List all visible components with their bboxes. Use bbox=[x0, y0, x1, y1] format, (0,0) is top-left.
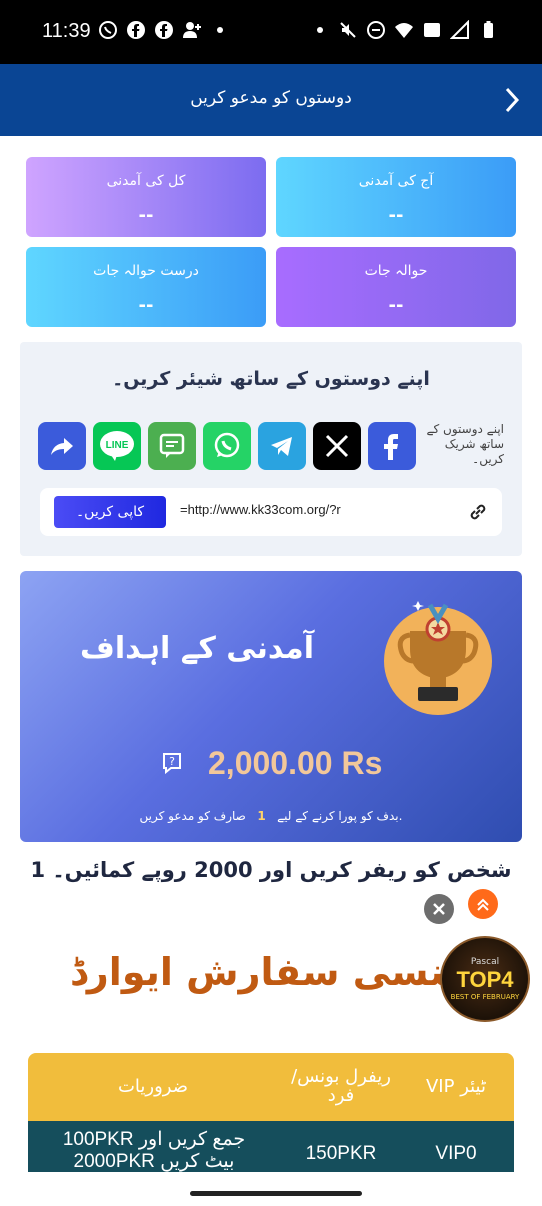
signal-icon bbox=[450, 20, 470, 40]
col-header-vip: VIP ٹیئر bbox=[425, 1076, 486, 1097]
share-icon[interactable] bbox=[38, 422, 86, 470]
cell-vip: VIP0 bbox=[435, 1143, 477, 1164]
home-gesture-handle[interactable] bbox=[190, 1191, 362, 1196]
valid-referrals-value: -- bbox=[138, 295, 154, 316]
app-header: دوستوں کو مدعو کریں bbox=[0, 64, 542, 136]
telegram-icon[interactable] bbox=[258, 422, 306, 470]
col-header-bonus: ریفرل بونس/ فرد bbox=[291, 1066, 391, 1106]
cell-bonus: 150PKR bbox=[305, 1143, 377, 1164]
goal-title: آمدنی کے اہداف bbox=[80, 631, 315, 666]
battery-icon bbox=[478, 20, 498, 40]
goal-note: بدف کو پورا کرنے کے لیے 1 صارف کو مدعو ک… bbox=[20, 809, 522, 823]
badge-brand: Pascal bbox=[470, 957, 500, 967]
x-icon[interactable] bbox=[313, 422, 361, 470]
notification-icons bbox=[98, 20, 230, 40]
mute-icon bbox=[338, 20, 358, 40]
col-header-requirements: ضروریات bbox=[117, 1076, 189, 1097]
share-title: اپنے دوستوں کے ساتھ شیئر کریں۔ bbox=[112, 368, 430, 390]
goal-amount: 2,000.00 Rs bbox=[208, 745, 383, 781]
goal-note-prefix: بدف کو پورا کرنے کے لیے bbox=[277, 809, 399, 823]
cell-requirements: 100PKR جمع کریں اور 2000PKR بیٹ کریں bbox=[62, 1129, 246, 1172]
double-chevron-up-icon bbox=[477, 898, 489, 911]
close-button[interactable] bbox=[424, 894, 454, 924]
referral-link: =http://www.kk33com.org/?r bbox=[180, 502, 341, 517]
nav-bar bbox=[0, 1172, 542, 1206]
share-apps: LINE bbox=[38, 422, 416, 470]
chevron-right-icon bbox=[505, 87, 520, 113]
badge-subtitle: BEST OF FEBRUARY bbox=[450, 993, 520, 1001]
valid-referrals-label: درست حوالہ جات bbox=[93, 263, 199, 279]
help-icon[interactable]: ? bbox=[160, 751, 184, 775]
facebook-notif-icon bbox=[126, 20, 146, 40]
total-income-card: کل کی آمدنی -- bbox=[26, 157, 266, 237]
referrals-label: حوالہ جات bbox=[364, 263, 428, 279]
status-time: 11:39 bbox=[42, 20, 91, 42]
promo-badge[interactable]: Pascal TOP4 BEST OF FEBRUARY bbox=[440, 936, 530, 1022]
page-title: دوستوں کو مدعو کریں bbox=[190, 88, 352, 108]
dot-icon bbox=[210, 20, 230, 40]
person-add-notif-icon bbox=[182, 20, 202, 40]
referral-link-box: کاپی کریں۔ =http://www.kk33com.org/?r bbox=[40, 488, 502, 536]
dnd-icon bbox=[366, 20, 386, 40]
referrals-value: -- bbox=[388, 295, 404, 316]
copy-button[interactable]: کاپی کریں۔ bbox=[54, 496, 166, 528]
whatsapp-icon[interactable] bbox=[203, 422, 251, 470]
close-icon bbox=[433, 903, 445, 915]
today-income-value: -- bbox=[388, 205, 404, 226]
valid-referrals-card: درست حوالہ جات -- bbox=[26, 247, 266, 327]
today-income-label: آج کی آمدنی bbox=[358, 173, 434, 189]
table-header: VIP ٹیئر ریفرل بونس/ فرد ضروریات bbox=[28, 1053, 514, 1121]
award-title: جنسی سفارش ایوارڈ bbox=[70, 950, 473, 994]
today-income-card: آج کی آمدنی -- bbox=[276, 157, 516, 237]
link-icon[interactable] bbox=[466, 500, 490, 524]
facebook-notif-icon-2 bbox=[154, 20, 174, 40]
refer-earn-text: 1 شخص کو ریفر کریں اور 2000 روپے کمائیں۔ bbox=[30, 858, 512, 882]
svg-text:?: ? bbox=[169, 755, 175, 768]
share-section: اپنے دوستوں کے ساتھ شیئر کریں۔ LINE اپنے… bbox=[20, 342, 522, 556]
earnings-goal-card: آمدنی کے اہداف ? 2,000.00 Rs بدف کو پورا… bbox=[20, 571, 522, 842]
status-bar: 11:39 bbox=[0, 0, 542, 64]
whatsapp-notif-icon bbox=[98, 20, 118, 40]
facebook-icon[interactable] bbox=[368, 422, 416, 470]
vowifi-icon bbox=[422, 20, 442, 40]
back-button[interactable] bbox=[494, 82, 530, 118]
system-icons bbox=[310, 20, 498, 40]
dot-icon-right bbox=[310, 20, 330, 40]
sms-icon[interactable] bbox=[148, 422, 196, 470]
badge-top: TOP4 bbox=[456, 967, 514, 992]
line-icon[interactable]: LINE bbox=[93, 422, 141, 470]
share-hint: اپنے دوستوں کے ساتھ شریک کریں۔ bbox=[426, 422, 504, 466]
trophy-icon bbox=[380, 591, 496, 715]
total-income-label: کل کی آمدنی bbox=[106, 173, 186, 189]
referrals-card: حوالہ جات -- bbox=[276, 247, 516, 327]
total-income-value: -- bbox=[138, 205, 154, 226]
wifi-icon bbox=[394, 20, 414, 40]
line-icon-text: LINE bbox=[106, 440, 129, 451]
scroll-top-button[interactable] bbox=[468, 889, 498, 919]
goal-note-count: 1 bbox=[257, 809, 266, 823]
